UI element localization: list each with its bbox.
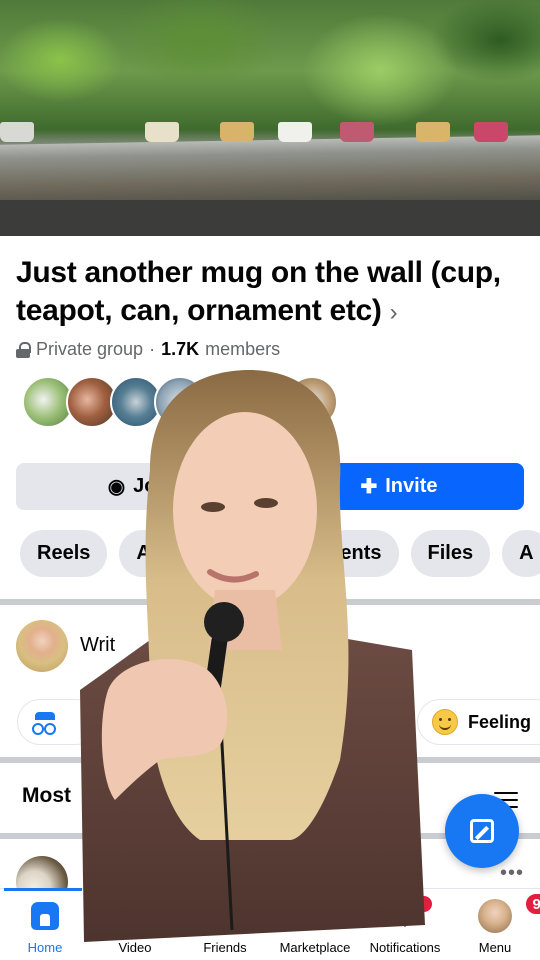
presenter-hair	[145, 370, 349, 840]
menu-badge: 9+	[524, 892, 540, 916]
tab-reels[interactable]: Reels	[20, 530, 108, 577]
feeling-button[interactable]: Feeling	[418, 700, 540, 744]
tab-about[interactable]: Al	[119, 530, 174, 577]
group-tabs: Reels Al ents Files A	[20, 530, 540, 577]
cover-mug	[474, 122, 508, 142]
nav-video-label: Video	[118, 940, 152, 955]
tab-more[interactable]: A	[502, 530, 540, 577]
group-title-text: Just another mug on the wall (cup, teapo…	[16, 256, 501, 327]
avatar	[286, 376, 338, 428]
bell-icon: ◆	[395, 902, 415, 930]
cover-mug	[220, 122, 254, 142]
compose-post-button[interactable]	[445, 794, 519, 868]
member-avatars[interactable]	[22, 376, 338, 428]
profile-avatar	[478, 899, 512, 933]
group-title[interactable]: Just another mug on the wall (cup, teapo…	[16, 254, 526, 332]
friends-icon: ●	[217, 902, 233, 929]
group-meta: Private group · 1.7K members	[16, 339, 280, 360]
invite-label: Invite	[385, 475, 438, 497]
tab-files[interactable]: Files	[410, 530, 491, 577]
incognito-icon	[32, 712, 58, 735]
active-tab-indicator	[4, 888, 82, 891]
section-divider	[0, 599, 540, 605]
nav-notifications-label: Notifications	[369, 940, 441, 955]
add-person-icon: ✚	[360, 476, 378, 498]
nav-home-label: Home	[27, 940, 63, 955]
presenter-hand	[101, 659, 228, 800]
cover-mug	[0, 122, 34, 142]
group-cover-photo[interactable]	[0, 0, 540, 236]
section-divider	[0, 757, 540, 763]
join-button[interactable]: ◉ Join	[16, 463, 266, 510]
post-composer-input[interactable]: Writ	[80, 634, 115, 657]
home-icon	[31, 902, 59, 930]
privacy-label: Private group	[36, 339, 144, 359]
edit-icon	[470, 819, 494, 843]
nav-home[interactable]: Home	[0, 898, 90, 955]
nav-menu-label: Menu	[478, 940, 512, 955]
chevron-right-icon: ›	[389, 299, 398, 326]
nav-friends-label: Friends	[203, 940, 247, 955]
join-label: Join	[133, 475, 175, 497]
tab-events[interactable]: ents	[323, 530, 399, 577]
nav-marketplace-label: Marketplace	[279, 940, 351, 955]
members-label[interactable]: members	[205, 339, 280, 360]
cover-mug	[145, 122, 179, 142]
nav-menu[interactable]: 9+ Menu	[450, 892, 540, 955]
feed-sort-heading[interactable]: Most	[22, 784, 71, 808]
cover-foliage	[0, 0, 540, 140]
meta-separator: ·	[149, 339, 156, 359]
people-icon: ◉	[107, 476, 126, 498]
video-icon: ▶	[125, 902, 145, 930]
nav-friends[interactable]: ● Friends	[180, 898, 270, 955]
cover-mug	[340, 122, 374, 142]
nav-notifications[interactable]: ◆ Notifications	[360, 898, 450, 956]
nav-video[interactable]: ▶ Video	[90, 898, 180, 956]
presenter-face	[173, 412, 317, 608]
feeling-label: Feeling	[468, 711, 532, 732]
anonymous-post-button[interactable]	[18, 700, 98, 744]
marketplace-icon: ▦	[303, 902, 327, 930]
cover-mug	[416, 122, 450, 142]
avatar[interactable]	[16, 620, 68, 672]
more-options-icon[interactable]: •••	[500, 862, 524, 885]
lock-icon	[16, 341, 31, 358]
cover-road	[0, 200, 540, 236]
invite-button[interactable]: ✚ Invite	[274, 463, 524, 510]
nav-marketplace[interactable]: ▦ Marketplace	[270, 898, 360, 956]
cover-mug	[278, 122, 312, 142]
microphone-handle	[204, 634, 228, 696]
smile-icon	[432, 709, 458, 735]
microphone-head	[204, 602, 244, 642]
member-count[interactable]: 1.7K	[161, 339, 199, 360]
